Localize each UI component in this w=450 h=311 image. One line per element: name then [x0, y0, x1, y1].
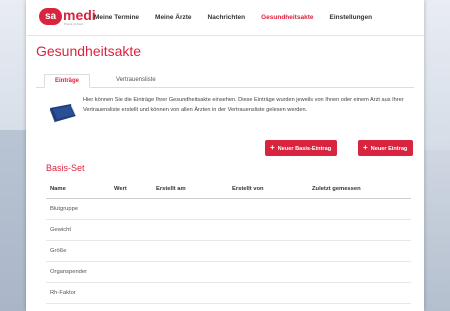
- column-header-zuletzt-gemessen[interactable]: Zuletzt gemessen: [312, 186, 361, 192]
- new-entry-label: Neuer Eintrag: [370, 146, 408, 152]
- row-name: Größe: [50, 248, 67, 254]
- tab-eintraege[interactable]: Einträge: [44, 74, 91, 88]
- main-nav: Meine Termine Meine Ärzte Nachrichten Ge…: [94, 14, 388, 21]
- top-navigation-bar: sa medi Praxis im Netz Meine Termine Mei…: [26, 0, 424, 36]
- row-name: Rh-Faktor: [50, 290, 76, 296]
- table-row[interactable]: Gewicht: [46, 220, 411, 241]
- table-header-row: Name Wert Erstellt am Erstellt von Zulet…: [46, 181, 411, 199]
- app-window: sa medi Praxis im Netz Meine Termine Mei…: [26, 0, 424, 311]
- nav-gesundheitsakte[interactable]: Gesundheitsakte: [261, 14, 313, 21]
- new-basis-entry-label: Neuer Basis-Eintrag: [277, 146, 332, 152]
- row-name: Blutgruppe: [50, 206, 79, 212]
- new-entry-button[interactable]: + Neuer Eintrag: [358, 140, 414, 156]
- column-header-name[interactable]: Name: [50, 186, 66, 192]
- row-name: Organspender: [50, 269, 88, 275]
- plus-icon: +: [270, 143, 275, 152]
- nav-meine-aerzte[interactable]: Meine Ärzte: [155, 14, 191, 21]
- basis-set-table: Name Wert Erstellt am Erstellt von Zulet…: [46, 181, 411, 304]
- column-header-erstellt-von[interactable]: Erstellt von: [232, 186, 264, 192]
- plus-icon: +: [363, 143, 368, 152]
- logo-tagline: Praxis im Netz: [64, 22, 84, 26]
- table-row[interactable]: Blutgruppe: [46, 199, 411, 220]
- row-name: Gewicht: [50, 227, 71, 233]
- tab-bar: Einträge Vertrauensliste: [36, 74, 414, 88]
- column-header-erstellt-am[interactable]: Erstellt am: [156, 186, 186, 192]
- nav-einstellungen[interactable]: Einstellungen: [329, 14, 372, 21]
- column-header-wert[interactable]: Wert: [114, 186, 127, 192]
- nav-nachrichten[interactable]: Nachrichten: [208, 14, 246, 21]
- logo-pill: sa: [39, 8, 62, 25]
- nav-meine-termine[interactable]: Meine Termine: [94, 14, 139, 21]
- health-record-book-icon: [50, 104, 76, 123]
- new-basis-entry-button[interactable]: + Neuer Basis-Eintrag: [265, 140, 338, 156]
- samedi-logo[interactable]: sa medi Praxis im Netz: [39, 7, 96, 28]
- table-row[interactable]: Größe: [46, 241, 411, 262]
- info-text: Hier können Sie die Einträge Ihrer Gesun…: [83, 97, 404, 113]
- table-row[interactable]: Organspender: [46, 262, 411, 283]
- table-row[interactable]: Rh-Faktor: [46, 283, 411, 304]
- tab-vertrauensliste[interactable]: Vertrauensliste: [106, 74, 166, 88]
- section-title-basis-set: Basis-Set: [46, 163, 85, 173]
- page-title: Gesundheitsakte: [36, 43, 142, 59]
- logo-wordmark: medi: [63, 7, 96, 23]
